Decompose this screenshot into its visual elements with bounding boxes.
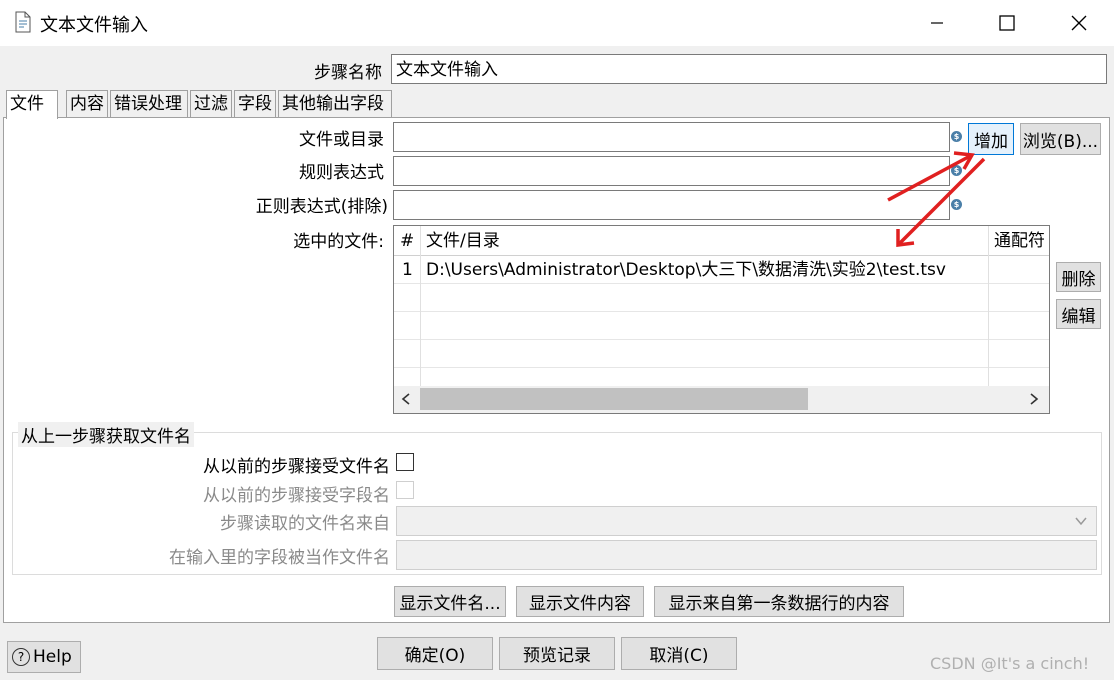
column-header-wildcard[interactable]: 通配符 — [994, 226, 1049, 254]
delete-button[interactable]: 删除 — [1056, 262, 1101, 292]
show-filenames-button[interactable]: 显示文件名... — [394, 586, 506, 617]
close-button[interactable] — [1044, 0, 1114, 46]
accept-filenames-checkbox[interactable] — [396, 453, 414, 471]
maximize-button[interactable] — [972, 0, 1042, 46]
show-first-row-content-button[interactable]: 显示来自第一条数据行的内容 — [654, 586, 904, 617]
browse-button[interactable]: 浏览(B)... — [1020, 123, 1101, 155]
document-icon — [14, 11, 32, 33]
accept-fieldnames-checkbox[interactable] — [396, 481, 414, 499]
file-or-dir-input[interactable] — [393, 122, 950, 152]
step-name-value: 文本文件输入 — [396, 60, 498, 80]
file-or-dir-label: 文件或目录 — [299, 130, 384, 150]
tab-error-handling[interactable]: 错误处理 — [110, 90, 188, 118]
tab-fields[interactable]: 字段 — [234, 90, 276, 118]
preview-button[interactable]: 预览记录 — [499, 637, 615, 670]
help-icon: ? — [12, 648, 30, 666]
step-source-label: 步骤读取的文件名来自 — [220, 514, 390, 534]
show-file-content-button[interactable]: 显示文件内容 — [516, 586, 644, 617]
scroll-left-icon[interactable] — [400, 390, 412, 413]
tab-file[interactable]: 文件 — [6, 90, 58, 119]
previous-step-group-title: 从上一步骤获取文件名 — [18, 422, 194, 447]
scroll-thumb[interactable] — [420, 388, 808, 410]
column-divider — [420, 226, 421, 386]
horizontal-scrollbar[interactable] — [394, 386, 1049, 413]
table-row — [394, 312, 1049, 340]
tab-filter[interactable]: 过滤 — [190, 90, 232, 118]
selected-files-label: 选中的文件: — [293, 232, 384, 252]
watermark: CSDN @It's a cinch! — [930, 654, 1090, 673]
annotation-arrows — [887, 151, 986, 247]
row-number: 1 — [402, 260, 413, 280]
help-label: Help — [33, 647, 72, 667]
step-name-label: 步骤名称 — [314, 63, 382, 83]
table-row[interactable]: 1 D:\Users\Administrator\Desktop\大三下\数据清… — [394, 256, 1049, 284]
field-as-filename-label: 在输入里的字段被当作文件名 — [169, 548, 390, 568]
tab-other-output-fields[interactable]: 其他输出字段 — [278, 90, 392, 118]
help-button[interactable]: ? Help — [7, 641, 81, 673]
regex-label: 规则表达式 — [299, 163, 384, 183]
variable-icon: $ — [951, 131, 962, 142]
accept-fieldnames-label: 从以前的步骤接受字段名 — [203, 486, 390, 506]
table-row — [394, 340, 1049, 368]
scroll-right-icon[interactable] — [1028, 390, 1040, 413]
title-bar: 文本文件输入 — [0, 0, 1114, 46]
ok-button[interactable]: 确定(O) — [377, 637, 493, 670]
row-path[interactable]: D:\Users\Administrator\Desktop\大三下\数据清洗\… — [426, 256, 986, 284]
field-as-filename-input[interactable] — [396, 540, 1097, 570]
column-header-path[interactable]: 文件/目录 — [426, 226, 726, 254]
table-row — [394, 284, 1049, 312]
regex-exclude-label: 正则表达式(排除) — [255, 197, 388, 217]
window-title: 文本文件输入 — [40, 15, 148, 36]
cancel-button[interactable]: 取消(C) — [621, 637, 737, 670]
row-wildcard[interactable] — [994, 256, 1049, 284]
tab-content[interactable]: 内容 — [66, 90, 108, 118]
step-name-input[interactable]: 文本文件输入 — [391, 54, 1107, 84]
accept-filenames-label: 从以前的步骤接受文件名 — [203, 457, 390, 477]
step-source-select[interactable] — [396, 506, 1097, 536]
minimize-button[interactable] — [902, 0, 972, 46]
column-header-num[interactable]: # — [400, 226, 416, 254]
chevron-down-icon — [1074, 513, 1088, 533]
regex-exclude-input[interactable] — [393, 190, 950, 220]
edit-button[interactable]: 编辑 — [1056, 299, 1101, 329]
regex-input[interactable] — [393, 156, 950, 186]
